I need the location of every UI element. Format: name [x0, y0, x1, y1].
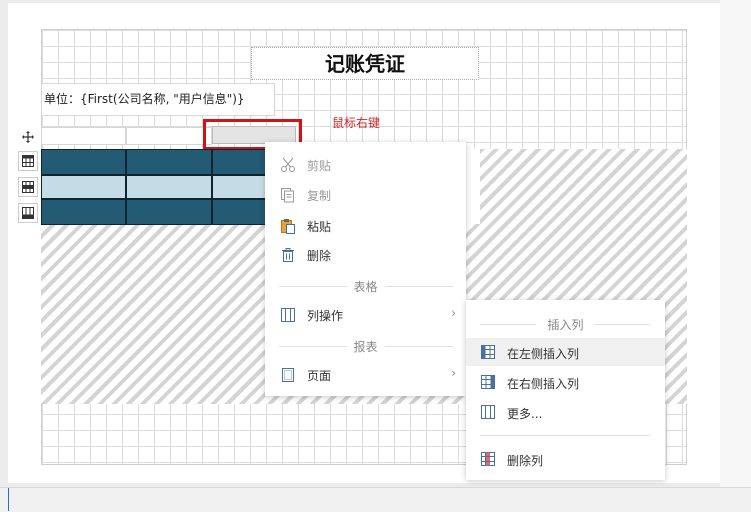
paste-icon: [280, 218, 296, 234]
table-cell[interactable]: [126, 175, 212, 199]
menu-item-label: 复制: [307, 189, 332, 203]
menu-item-insert-left[interactable]: 在左侧插入列: [466, 338, 665, 366]
menu-item-more[interactable]: 更多...: [466, 398, 665, 426]
table-footer-icon[interactable]: [18, 203, 38, 223]
page-icon: [280, 367, 296, 383]
menu-item-column-ops[interactable]: 列操作 ›: [265, 302, 466, 328]
menu-item-label: 在右侧插入列: [507, 377, 580, 391]
table-cell[interactable]: [41, 149, 126, 175]
menu-item-delete[interactable]: 删除: [265, 242, 466, 268]
table-cell[interactable]: [126, 199, 212, 225]
menu-item-delete-column[interactable]: 删除列: [466, 445, 665, 473]
table-cell[interactable]: [41, 175, 126, 199]
report-title[interactable]: 记账凭证: [251, 47, 479, 80]
right-scroll-area: [720, 0, 751, 487]
more-columns-icon: [480, 404, 496, 420]
menu-item-label: 粘贴: [307, 220, 332, 234]
menu-item-cut[interactable]: 剪贴: [265, 152, 466, 178]
section-header-table: 表格: [265, 278, 466, 294]
unit-text-box[interactable]: 单位：{First(公司名称, "用户信息")}: [41, 83, 275, 116]
section-header-report: 报表: [265, 338, 466, 354]
header-cell[interactable]: [126, 127, 212, 145]
menu-item-label: 剪贴: [307, 159, 332, 173]
menu-item-paste[interactable]: 粘贴: [265, 213, 466, 239]
menu-item-label: 更多...: [507, 407, 543, 421]
menu-item-label: 删除列: [507, 454, 544, 468]
scissors-icon: [280, 157, 296, 173]
table-right-edge: [466, 149, 480, 224]
delete-column-icon: [480, 451, 496, 467]
text-cursor: [8, 488, 9, 511]
menu-divider: [480, 435, 650, 436]
trash-icon: [280, 247, 296, 263]
table-header-icon[interactable]: [18, 177, 38, 197]
context-menu: 剪贴 复制 粘贴 删除 表格 列操作 › 报表 页面 ›: [265, 142, 466, 396]
data-table[interactable]: [41, 149, 296, 225]
table-icon[interactable]: [18, 151, 38, 171]
menu-item-label: 在左侧插入列: [507, 347, 580, 361]
chevron-right-icon: ›: [451, 366, 456, 380]
column-ops-submenu: 插入列 在左侧插入列 在右侧插入列 更多... 删除列: [466, 300, 665, 480]
table-cell[interactable]: [126, 149, 212, 175]
chevron-right-icon: ›: [451, 306, 456, 320]
right-click-hint: 鼠标右键: [332, 116, 381, 130]
menu-item-label: 页面: [307, 369, 332, 383]
status-bar: [0, 487, 751, 512]
insert-column-left-icon: [480, 344, 496, 360]
table-cell[interactable]: [41, 199, 126, 225]
menu-item-copy[interactable]: 复制: [265, 182, 466, 208]
menu-item-label: 列操作: [307, 309, 344, 323]
section-header-insert-column: 插入列: [466, 316, 665, 332]
menu-item-page[interactable]: 页面 ›: [265, 362, 466, 388]
columns-icon: [280, 307, 296, 323]
menu-item-label: 删除: [307, 249, 332, 263]
insert-column-right-icon: [480, 374, 496, 390]
menu-item-insert-right[interactable]: 在右侧插入列: [466, 368, 665, 396]
move-icon[interactable]: [18, 127, 38, 147]
header-cell[interactable]: [41, 127, 126, 145]
copy-icon: [280, 187, 296, 203]
